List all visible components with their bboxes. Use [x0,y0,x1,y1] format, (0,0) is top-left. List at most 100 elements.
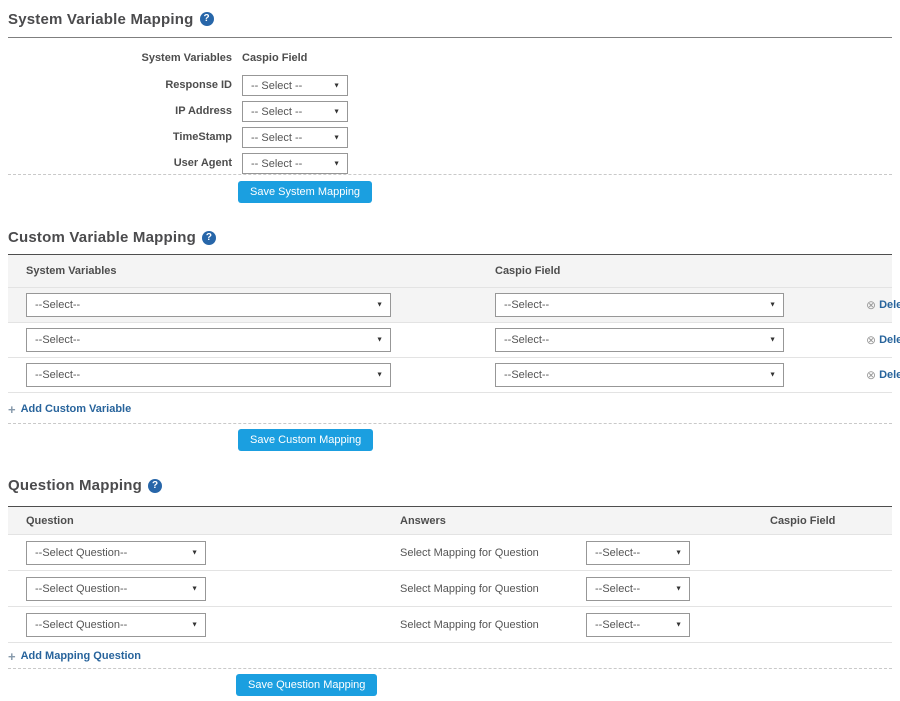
select-value: -- Select -- [243,106,302,118]
dropdown-arrow-icon: ▼ [675,585,682,592]
delete-label: Delete [879,369,900,381]
ip-address-select[interactable]: -- Select -- ▼ [242,101,348,122]
dropdown-arrow-icon: ▼ [333,160,340,167]
custom-button-row: Save Custom Mapping [8,424,892,451]
column-header-question: Question [26,507,400,535]
save-question-mapping-button[interactable]: Save Question Mapping [236,674,377,696]
answers-cell: Select Mapping for Question --Select-- ▼ [400,577,770,601]
dropdown-arrow-icon: ▼ [769,337,776,344]
save-custom-mapping-button[interactable]: Save Custom Mapping [238,429,373,451]
ip-address-label: IP Address [8,101,232,122]
table-row: IP Address -- Select -- ▼ [8,101,892,122]
column-header-caspio-field: Caspio Field [770,507,886,535]
table-row: --Select-- ▼ --Select-- ▼ ⊗ Delete [8,358,892,393]
table-row: --Select-- ▼ --Select-- ▼ ⊗ Delete [8,323,892,358]
table-row: TimeStamp -- Select -- ▼ [8,127,892,148]
select-value: -- Select -- [243,80,302,92]
timestamp-label: TimeStamp [8,127,232,148]
select-value: --Select-- [27,334,80,346]
select-value: --Select-- [27,299,80,311]
select-value: --Select Question-- [27,619,127,631]
add-custom-variable-label: Add Custom Variable [21,403,132,415]
user-agent-select[interactable]: -- Select -- ▼ [242,153,348,174]
answer-mapping-select[interactable]: --Select-- ▼ [586,577,690,601]
table-row: --Select-- ▼ --Select-- ▼ ⊗ Delete [8,288,892,323]
add-custom-variable-link[interactable]: + Add Custom Variable [8,402,131,416]
system-table-header: System Variables Caspio Field [8,52,892,68]
delete-link[interactable]: ⊗ Delete [866,334,900,346]
question-select[interactable]: --Select Question-- ▼ [26,577,206,601]
select-value: --Select-- [496,369,549,381]
save-system-mapping-button[interactable]: Save System Mapping [238,181,372,203]
column-header-answers: Answers [400,507,770,535]
question-mapping-section: Question Mapping ? Question Answers Casp… [8,477,892,696]
select-value: --Select-- [496,299,549,311]
delete-label: Delete [879,299,900,311]
column-header-caspio-field: Caspio Field [495,255,866,288]
delete-circle-icon: ⊗ [866,369,876,381]
dropdown-arrow-icon: ▼ [675,621,682,628]
custom-caspio-field-select[interactable]: --Select-- ▼ [495,328,784,352]
column-header-system-variables: System Variables [26,255,495,288]
custom-system-variable-select[interactable]: --Select-- ▼ [26,363,391,387]
column-header-caspio-field: Caspio Field [242,52,892,68]
system-mapping-form: System Variables Caspio Field Response I… [8,37,892,175]
custom-caspio-field-select[interactable]: --Select-- ▼ [495,293,784,317]
answer-mapping-select[interactable]: --Select-- ▼ [586,541,690,565]
plus-icon: + [8,650,16,663]
answers-cell: Select Mapping for Question --Select-- ▼ [400,613,770,637]
select-value: --Select-- [27,369,80,381]
custom-mapping-title: Custom Variable Mapping [8,229,196,246]
question-table-header: Question Answers Caspio Field [8,507,892,535]
question-button-row: Save Question Mapping [8,669,892,696]
user-agent-label: User Agent [8,153,232,174]
select-value: --Select-- [496,334,549,346]
delete-link[interactable]: ⊗ Delete [866,299,900,311]
help-icon[interactable]: ? [148,479,162,493]
page-container: System Variable Mapping ? System Variabl… [0,0,900,696]
select-value: -- Select -- [243,132,302,144]
custom-mapping-heading: Custom Variable Mapping ? [8,229,892,246]
delete-circle-icon: ⊗ [866,334,876,346]
timestamp-select[interactable]: -- Select -- ▼ [242,127,348,148]
custom-variable-mapping-section: Custom Variable Mapping ? System Variabl… [8,229,892,451]
dropdown-arrow-icon: ▼ [376,337,383,344]
mapping-for-question-label: Select Mapping for Question [400,547,586,559]
response-id-select[interactable]: -- Select -- ▼ [242,75,348,96]
table-row: --Select Question-- ▼ Select Mapping for… [8,607,892,643]
dropdown-arrow-icon: ▼ [376,372,383,379]
column-header-system-variables: System Variables [8,52,232,68]
select-value: --Select Question-- [27,547,127,559]
select-value: -- Select -- [243,158,302,170]
select-value: --Select-- [587,547,640,559]
dropdown-arrow-icon: ▼ [769,372,776,379]
table-row: --Select Question-- ▼ Select Mapping for… [8,571,892,607]
mapping-for-question-label: Select Mapping for Question [400,619,586,631]
help-icon[interactable]: ? [202,231,216,245]
custom-table-header: System Variables Caspio Field [8,255,892,288]
system-variable-mapping-section: System Variable Mapping ? System Variabl… [8,0,892,203]
table-row: --Select Question-- ▼ Select Mapping for… [8,535,892,571]
table-row: Response ID -- Select -- ▼ [8,75,892,96]
custom-system-variable-select[interactable]: --Select-- ▼ [26,293,391,317]
plus-icon: + [8,403,16,416]
delete-circle-icon: ⊗ [866,299,876,311]
system-mapping-title: System Variable Mapping [8,11,194,28]
answer-mapping-select[interactable]: --Select-- ▼ [586,613,690,637]
question-mapping-table: Question Answers Caspio Field --Select Q… [8,506,892,643]
dropdown-arrow-icon: ▼ [333,82,340,89]
delete-link[interactable]: ⊗ Delete [866,369,900,381]
question-select[interactable]: --Select Question-- ▼ [26,541,206,565]
question-select[interactable]: --Select Question-- ▼ [26,613,206,637]
dropdown-arrow-icon: ▼ [191,549,198,556]
select-value: --Select-- [587,619,640,631]
column-header-empty [866,255,886,288]
select-value: --Select Question-- [27,583,127,595]
custom-caspio-field-select[interactable]: --Select-- ▼ [495,363,784,387]
help-icon[interactable]: ? [200,12,214,26]
delete-label: Delete [879,334,900,346]
dropdown-arrow-icon: ▼ [191,585,198,592]
add-mapping-question-link[interactable]: + Add Mapping Question [8,649,141,663]
custom-system-variable-select[interactable]: --Select-- ▼ [26,328,391,352]
dropdown-arrow-icon: ▼ [769,302,776,309]
